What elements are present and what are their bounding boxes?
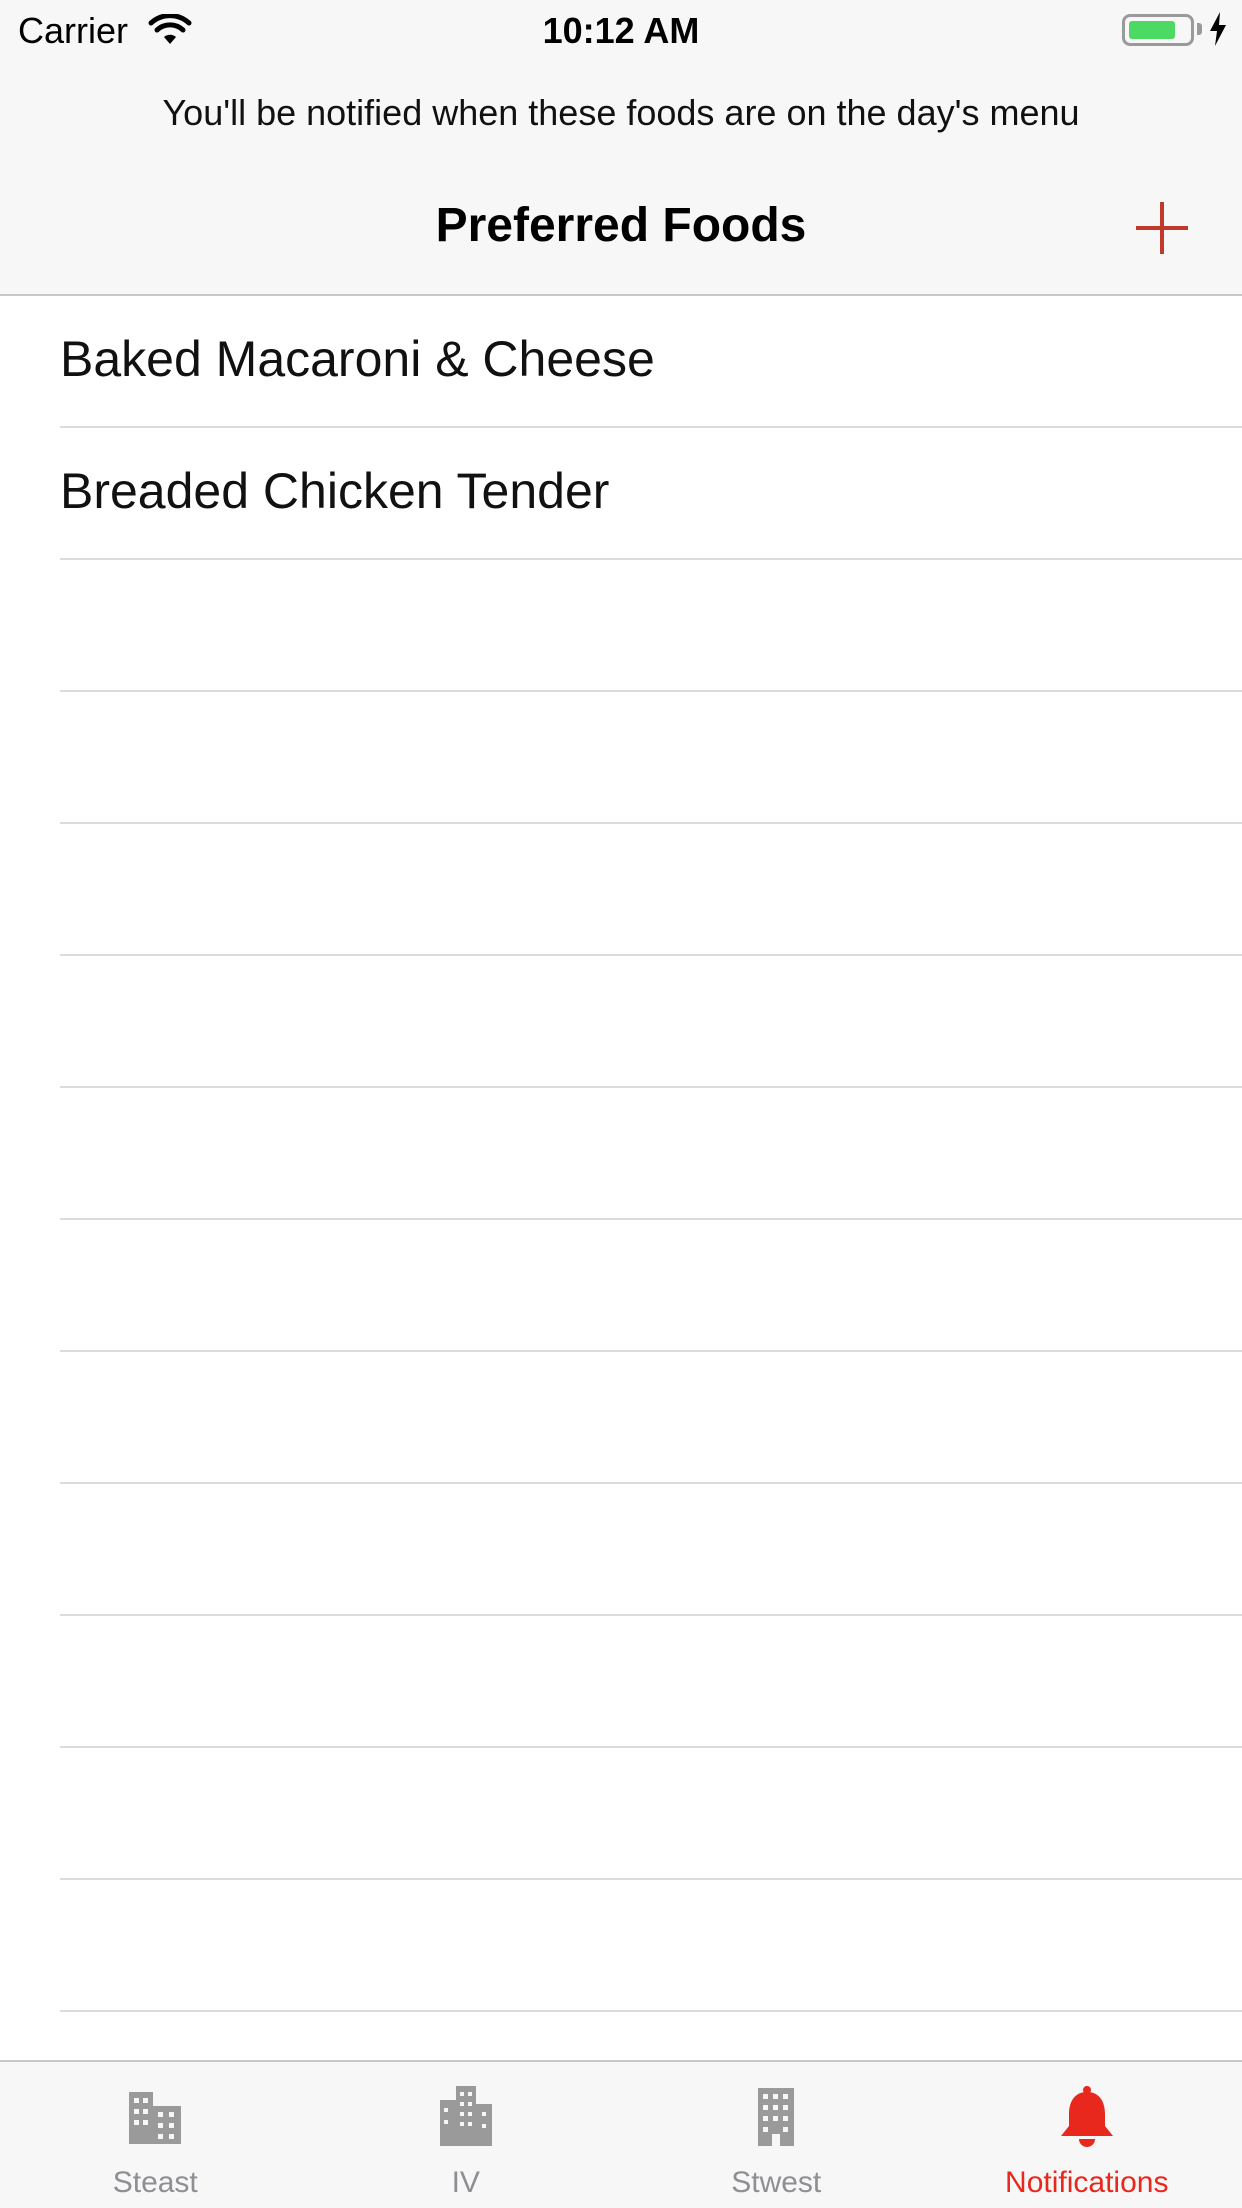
charging-bolt-icon (1208, 12, 1228, 51)
tab-iv[interactable]: IV (311, 2062, 622, 2208)
battery-icon (1122, 14, 1194, 46)
battery-level (1129, 21, 1176, 39)
plus-icon (1136, 202, 1188, 254)
tab-stwest[interactable]: Stwest (621, 2062, 932, 2208)
building-icon (123, 2084, 187, 2148)
preferred-foods-list: Baked Macaroni & Cheese Breaded Chicken T… (0, 296, 1242, 2144)
bell-icon (1055, 2084, 1119, 2148)
food-label: Baked Macaroni & Cheese (60, 331, 655, 387)
tab-label: Notifications (1005, 2166, 1169, 2199)
status-bar: Carrier 10:12 AM (0, 0, 1242, 62)
list-item (0, 560, 1242, 692)
screen: Carrier 10:12 AM You'll be notified when… (0, 0, 1242, 2208)
list-item[interactable]: Breaded Chicken Tender (0, 428, 1242, 560)
list-item (0, 1088, 1242, 1220)
notification-notice: You'll be notified when these foods are … (162, 92, 1080, 133)
list-item (0, 1748, 1242, 1880)
tab-steast[interactable]: Steast (0, 2062, 311, 2208)
tab-label: Steast (112, 2166, 198, 2199)
list-item (0, 1220, 1242, 1352)
tab-notifications[interactable]: Notifications (932, 2062, 1242, 2208)
list-item (0, 1352, 1242, 1484)
tab-label: IV (451, 2166, 480, 2199)
battery-nub (1197, 23, 1202, 35)
highrise-icon (434, 2084, 498, 2148)
status-time: 10:12 AM (542, 10, 700, 51)
page-title: Preferred Foods (435, 199, 807, 252)
tab-bar: Steast IV Stwest Notifications (0, 2060, 1242, 2208)
food-label: Breaded Chicken Tender (60, 463, 610, 519)
list-item (0, 1880, 1242, 2012)
list-item (0, 956, 1242, 1088)
office-building-icon (744, 2084, 808, 2148)
header: You'll be notified when these foods are … (0, 62, 1242, 296)
list-item (0, 1616, 1242, 1748)
list-item[interactable]: Baked Macaroni & Cheese (0, 296, 1242, 428)
list-item (0, 692, 1242, 824)
list-item (0, 1484, 1242, 1616)
tab-label: Stwest (731, 2166, 822, 2199)
list-item (0, 824, 1242, 956)
add-food-button[interactable] (1132, 198, 1192, 258)
